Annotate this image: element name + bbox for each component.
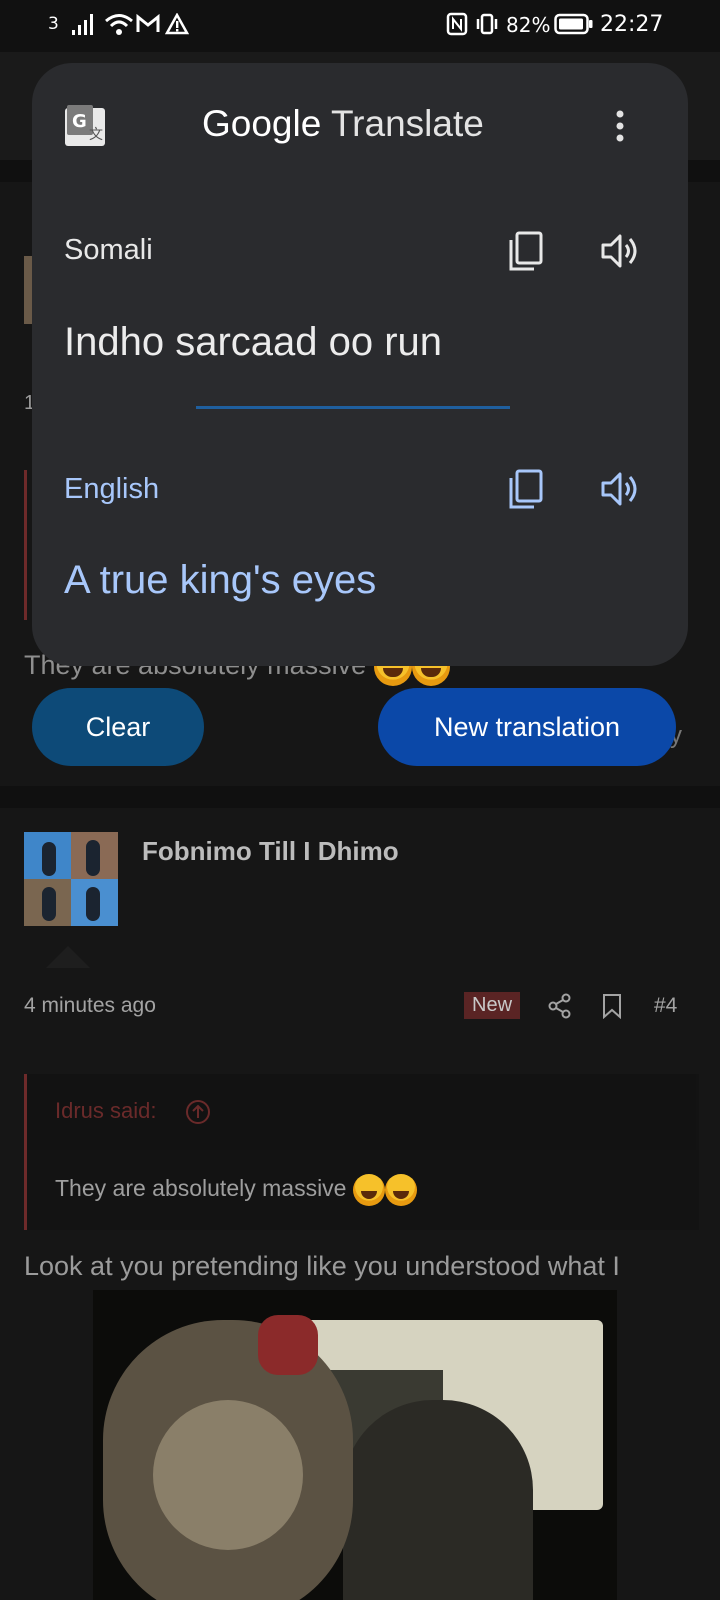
- wifi-icon: [105, 14, 133, 35]
- new-translation-button[interactable]: New translation: [378, 688, 676, 766]
- quote-body: They are absolutely massive: [55, 1174, 417, 1206]
- translated-text: A true king's eyes: [64, 558, 377, 602]
- avatar-pointer: [46, 946, 90, 968]
- quote-text: They are absolutely massive: [55, 1175, 347, 1202]
- app-title: Google Translate: [202, 103, 484, 145]
- vibrate-icon: [476, 13, 498, 35]
- app-name: Translate: [330, 103, 484, 144]
- speaker-icon[interactable]: [600, 231, 642, 271]
- svg-text:G: G: [72, 111, 87, 132]
- divider: [196, 406, 510, 409]
- google-translate-icon: G 文: [65, 105, 105, 146]
- status-bar: 3 82% 22:27: [0, 0, 720, 52]
- arrow-up-circle-icon[interactable]: [185, 1099, 211, 1125]
- post-separator: [0, 786, 720, 808]
- copy-icon[interactable]: [506, 231, 544, 273]
- share-icon[interactable]: [548, 993, 572, 1019]
- signal-icon: [72, 14, 93, 35]
- laughing-emoji-icon: [352, 1174, 385, 1206]
- image-figure: [343, 1400, 533, 1600]
- laughing-emoji-icon: [384, 1174, 417, 1206]
- source-text: Indho sarcaad oo run: [64, 320, 443, 364]
- image-figure: [153, 1400, 303, 1550]
- warning-icon: [165, 13, 189, 35]
- bookmark-icon[interactable]: [602, 993, 622, 1019]
- post-body: Look at you pretending like you understo…: [24, 1251, 620, 1281]
- clock: 22:27: [600, 12, 664, 37]
- quote-block: Idrus said: They are absolutely massive: [24, 1074, 699, 1230]
- post-time[interactable]: 4 minutes ago: [24, 994, 156, 1018]
- app-brand: Google: [202, 103, 322, 144]
- more-vert-icon[interactable]: [610, 107, 630, 145]
- nfc-icon: [446, 12, 468, 36]
- source-language: Somali: [64, 234, 153, 266]
- target-language: English: [64, 473, 160, 505]
- battery-percent: 82%: [506, 13, 551, 37]
- post-author[interactable]: Fobnimo Till I Dhimo: [142, 836, 399, 867]
- user-avatar[interactable]: [24, 832, 118, 926]
- copy-icon[interactable]: [506, 469, 544, 511]
- post-image[interactable]: [93, 1290, 617, 1600]
- gmail-icon: [136, 14, 160, 32]
- quote-bar: [24, 470, 27, 620]
- sim-indicator: 3: [48, 14, 59, 34]
- translate-dialog: G 文 Google Translate Somali Indho sarcaa…: [32, 63, 688, 666]
- post-number[interactable]: #4: [654, 994, 677, 1018]
- svg-text:文: 文: [89, 127, 103, 143]
- image-figure: [258, 1315, 318, 1375]
- quote-author[interactable]: Idrus said:: [55, 1098, 157, 1124]
- clear-button[interactable]: Clear: [32, 688, 204, 766]
- new-badge: New: [464, 992, 521, 1019]
- speaker-icon[interactable]: [600, 469, 642, 509]
- battery-icon: [554, 13, 593, 35]
